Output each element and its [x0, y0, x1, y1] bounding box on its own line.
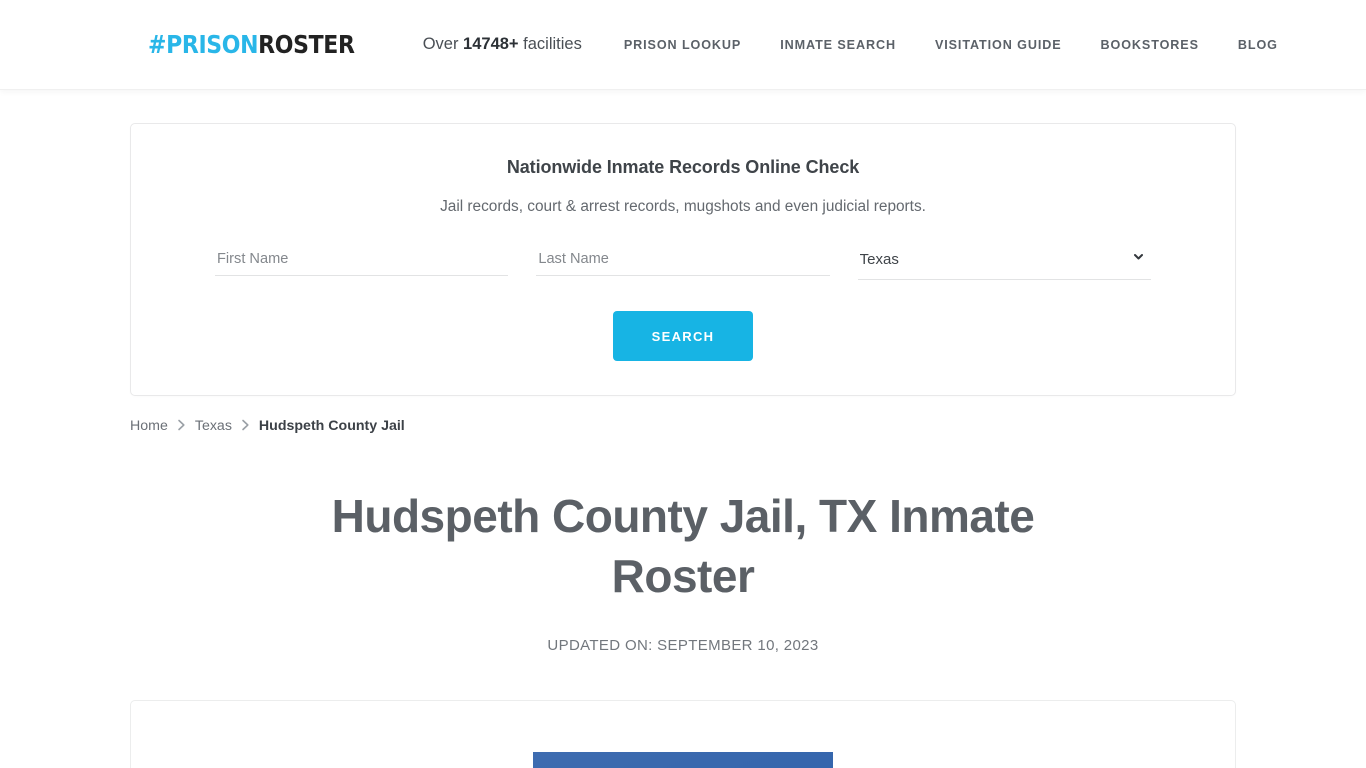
nav-item-inmate-search[interactable]: INMATE SEARCH — [780, 38, 896, 52]
main-nav: PRISON LOOKUP INMATE SEARCH VISITATION G… — [624, 38, 1278, 52]
logo-text-prison: #PRISON — [148, 30, 259, 59]
search-submit-button[interactable]: SEARCH — [613, 311, 753, 361]
state-select[interactable]: Texas — [857, 247, 1151, 280]
search-card-subtitle: Jail records, court & arrest records, mu… — [440, 198, 926, 215]
nav-item-bookstores[interactable]: BOOKSTORES — [1101, 38, 1199, 52]
breadcrumb-separator-icon — [241, 419, 250, 433]
first-name-field-wrap — [215, 247, 509, 280]
last-name-field-wrap — [536, 247, 830, 280]
facility-photo-image — [533, 752, 833, 768]
updated-on-label: UPDATED ON: SEPTEMBER 10, 2023 — [547, 637, 819, 654]
site-header: #PRISONROSTER Over 14748+ facilities PRI… — [0, 0, 1366, 90]
facility-count: Over 14748+ facilities — [423, 35, 582, 54]
breadcrumb-separator-icon — [177, 419, 186, 433]
site-logo[interactable]: #PRISONROSTER — [148, 30, 355, 59]
first-name-input[interactable] — [215, 247, 509, 276]
inmate-search-card: Nationwide Inmate Records Online Check J… — [130, 123, 1236, 396]
logo-text-roster: ROSTER — [258, 30, 355, 59]
search-card-title: Nationwide Inmate Records Online Check — [506, 157, 860, 177]
article-card — [130, 700, 1236, 768]
header-inner: #PRISONROSTER Over 14748+ facilities PRI… — [0, 30, 1366, 59]
page-title: Hudspeth County Jail, TX Inmate Roster — [331, 490, 1035, 602]
search-form-row: Texas — [163, 247, 1203, 280]
facility-count-prefix: Over — [422, 35, 464, 53]
page-container: Nationwide Inmate Records Online Check J… — [0, 123, 1366, 768]
state-field-wrap: Texas — [857, 247, 1151, 280]
search-button-row: SEARCH — [163, 311, 1203, 361]
nav-item-blog[interactable]: BLOG — [1238, 38, 1278, 52]
breadcrumb-item-texas[interactable]: Texas — [195, 418, 232, 434]
nav-item-visitation-guide[interactable]: VISITATION GUIDE — [935, 38, 1062, 52]
breadcrumb: Home Texas Hudspeth County Jail — [130, 418, 1236, 434]
facility-count-suffix: facilities — [518, 35, 582, 53]
title-block: Hudspeth County Jail, TX Inmate Roster U… — [130, 486, 1236, 654]
nav-item-prison-lookup[interactable]: PRISON LOOKUP — [624, 38, 741, 52]
facility-count-value: 14748+ — [463, 35, 519, 53]
last-name-input[interactable] — [536, 247, 830, 276]
breadcrumb-item-home[interactable]: Home — [130, 418, 168, 434]
breadcrumb-item-current: Hudspeth County Jail — [258, 418, 405, 434]
